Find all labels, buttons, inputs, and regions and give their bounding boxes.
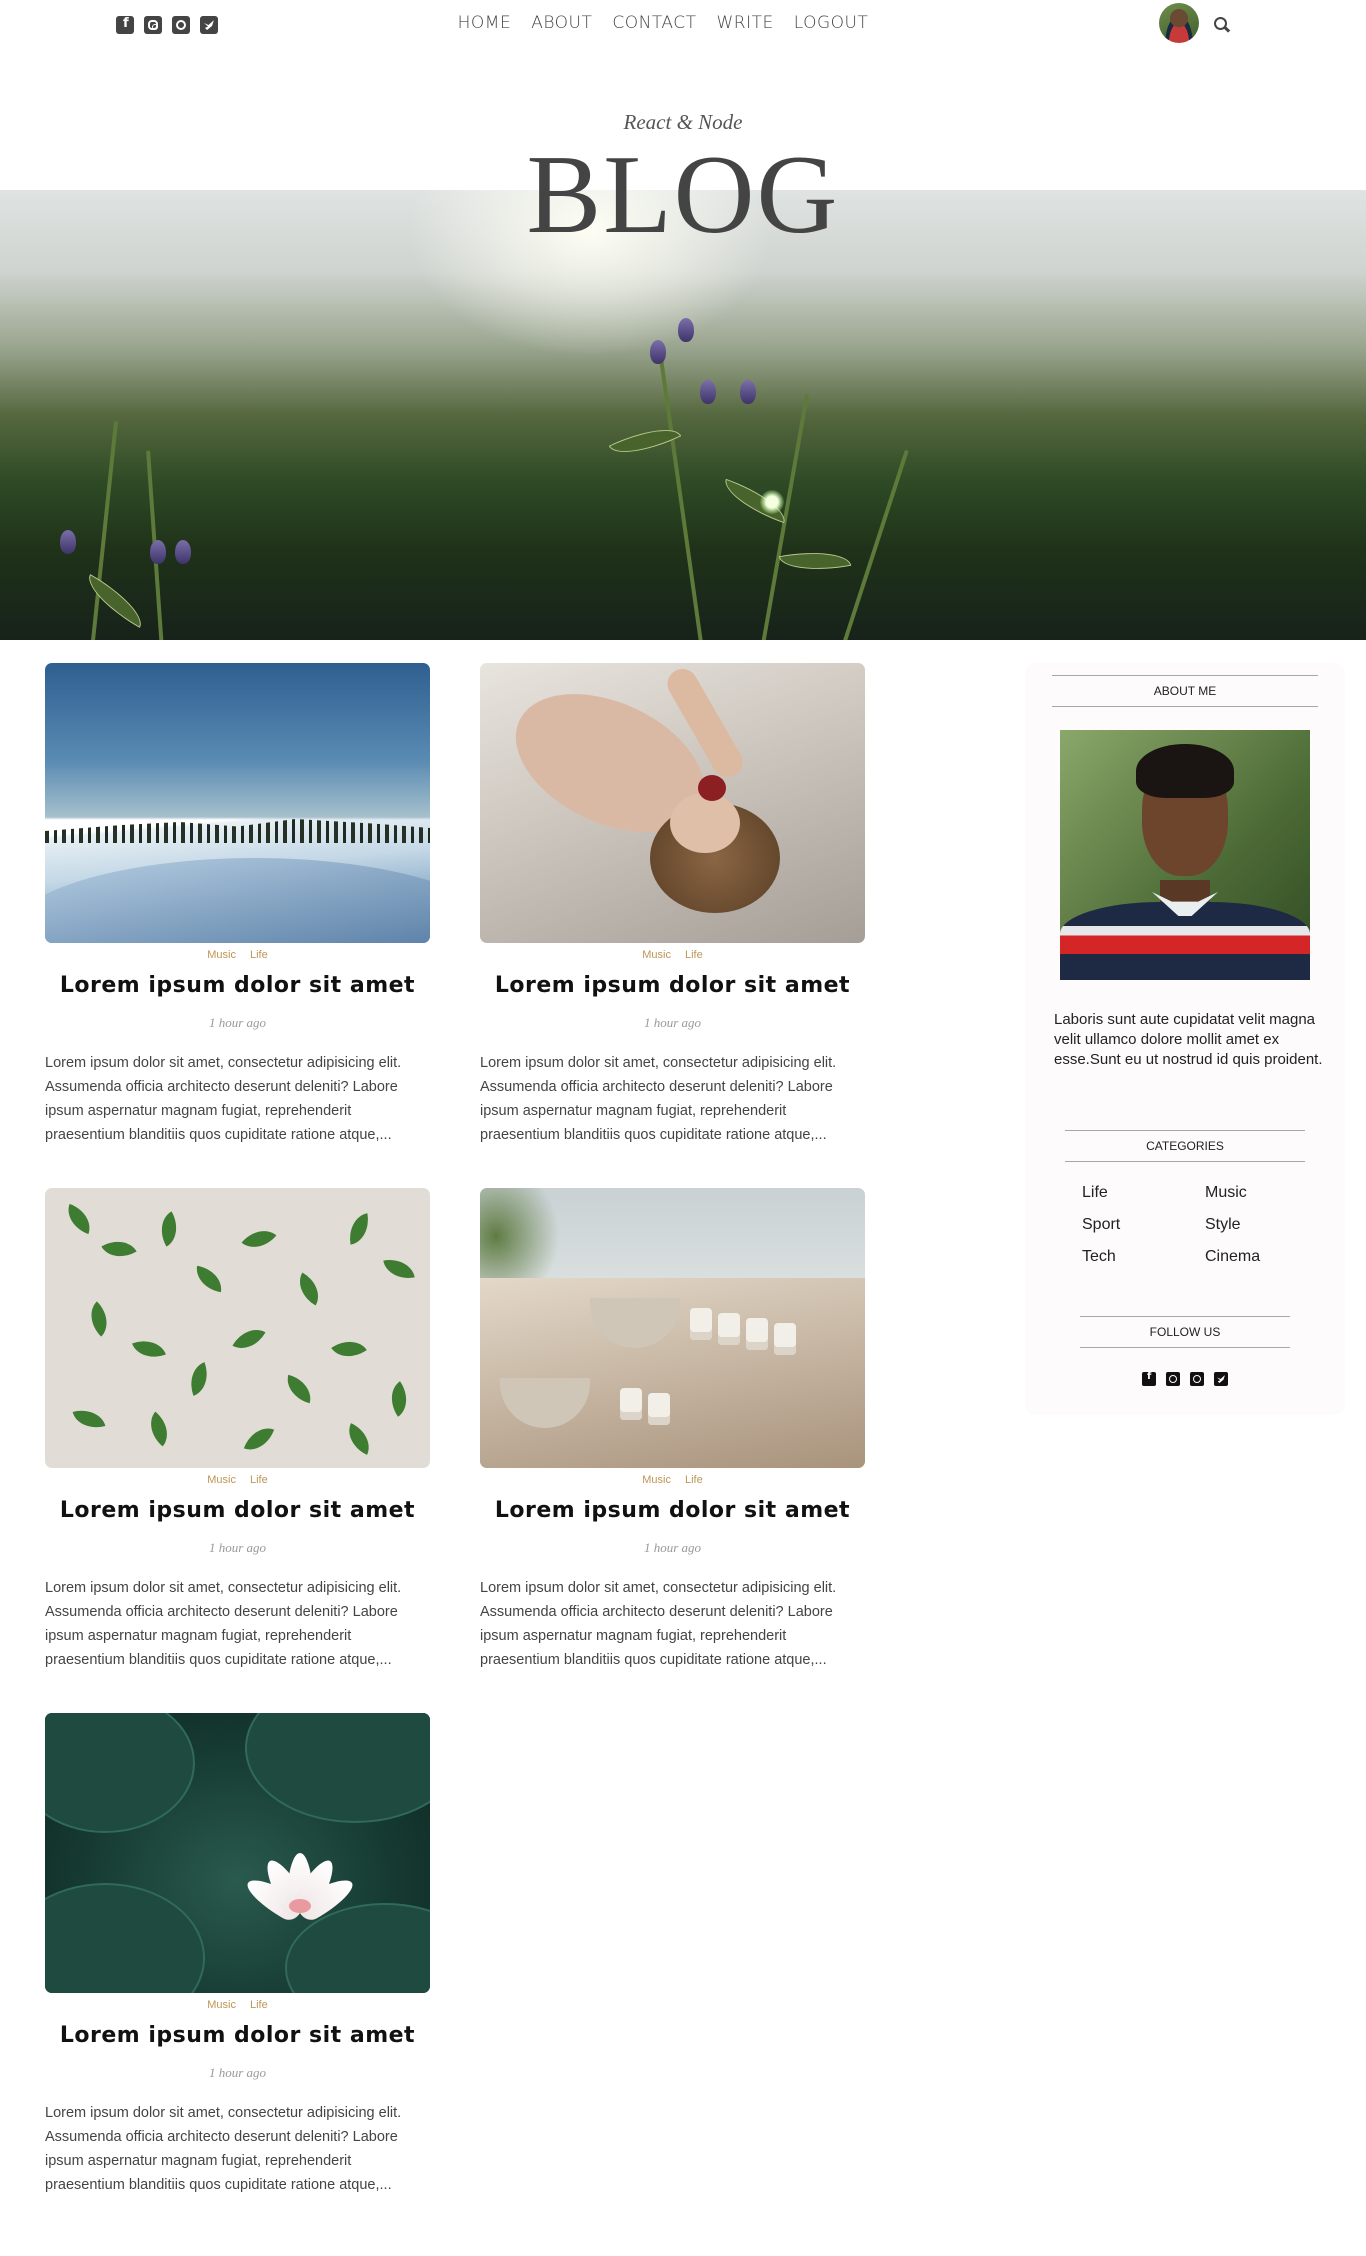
post-image[interactable] bbox=[45, 1188, 430, 1468]
post-category[interactable]: Life bbox=[250, 1474, 268, 1486]
post-excerpt: Lorem ipsum dolor sit amet, consectetur … bbox=[480, 1580, 837, 1668]
post-category[interactable]: Music bbox=[207, 949, 236, 961]
menu-item-write[interactable]: WRITE bbox=[716, 13, 773, 33]
about-me-heading: ABOUT ME bbox=[1052, 675, 1318, 707]
user-avatar[interactable] bbox=[1159, 3, 1199, 43]
post-date: 1 hour ago bbox=[643, 1015, 702, 1030]
post-date: 1 hour ago bbox=[208, 1540, 267, 1555]
search-icon[interactable] bbox=[1214, 17, 1230, 33]
post-categories: Music Life bbox=[480, 1474, 865, 1486]
category-item-tech[interactable]: Tech bbox=[1082, 1248, 1205, 1266]
sidebar: ABOUT ME Laboris sunt aute cupidatat vel… bbox=[1025, 663, 1345, 1415]
category-item-sport[interactable]: Sport bbox=[1082, 1216, 1205, 1234]
main-menu: HOME ABOUT CONTACT WRITE LOGOUT bbox=[0, 13, 1346, 33]
hero-title: BLOG bbox=[526, 133, 840, 257]
post-categories: Music Life bbox=[45, 1474, 430, 1486]
post-title[interactable]: Lorem ipsum dolor sit amet bbox=[45, 973, 430, 998]
post-category[interactable]: Life bbox=[250, 949, 268, 961]
post-category[interactable]: Life bbox=[685, 949, 703, 961]
post-card[interactable]: Music Life Lorem ipsum dolor sit amet 1 h… bbox=[480, 663, 865, 1147]
post-excerpt: Lorem ipsum dolor sit amet, consectetur … bbox=[480, 1055, 837, 1143]
post-categories: Music Life bbox=[45, 949, 430, 961]
post-title[interactable]: Lorem ipsum dolor sit amet bbox=[480, 1498, 865, 1523]
post-image[interactable] bbox=[480, 1188, 865, 1468]
post-date: 1 hour ago bbox=[643, 1540, 702, 1555]
post-categories: Music Life bbox=[45, 1999, 430, 2011]
top-bar: HOME ABOUT CONTACT WRITE LOGOUT bbox=[0, 0, 1366, 50]
follow-icons bbox=[1025, 1371, 1345, 1386]
category-item-cinema[interactable]: Cinema bbox=[1205, 1248, 1322, 1266]
menu-item-logout[interactable]: LOGOUT bbox=[794, 13, 869, 33]
about-me-text: Laboris sunt aute cupidatat velit magna … bbox=[1054, 1011, 1323, 1068]
post-image[interactable] bbox=[480, 663, 865, 943]
menu-item-contact[interactable]: CONTACT bbox=[612, 13, 696, 33]
post-card[interactable]: Music Life Lorem ipsum dolor sit amet 1 h… bbox=[45, 663, 430, 1147]
post-category[interactable]: Life bbox=[250, 1999, 268, 2011]
post-excerpt: Lorem ipsum dolor sit amet, consectetur … bbox=[45, 2105, 402, 2193]
post-title[interactable]: Lorem ipsum dolor sit amet bbox=[45, 2023, 430, 2048]
hero-titles: React & Node BLOG bbox=[0, 110, 1366, 251]
post-category[interactable]: Music bbox=[207, 1999, 236, 2011]
about-me-photo bbox=[1060, 730, 1310, 980]
hero-subtitle: React & Node bbox=[623, 110, 743, 134]
category-item-style[interactable]: Style bbox=[1205, 1216, 1322, 1234]
post-excerpt: Lorem ipsum dolor sit amet, consectetur … bbox=[45, 1580, 402, 1668]
category-item-life[interactable]: Life bbox=[1082, 1184, 1205, 1202]
categories-heading: CATEGORIES bbox=[1065, 1130, 1305, 1162]
post-date: 1 hour ago bbox=[208, 2065, 267, 2080]
post-title[interactable]: Lorem ipsum dolor sit amet bbox=[45, 1498, 430, 1523]
post-card[interactable]: Music Life Lorem ipsum dolor sit amet 1 h… bbox=[45, 1188, 430, 1672]
hero-image bbox=[0, 190, 1366, 640]
category-item-music[interactable]: Music bbox=[1205, 1184, 1322, 1202]
post-category[interactable]: Music bbox=[642, 1474, 671, 1486]
post-category[interactable]: Music bbox=[642, 949, 671, 961]
post-date: 1 hour ago bbox=[208, 1015, 267, 1030]
menu-item-home[interactable]: HOME bbox=[458, 13, 512, 33]
post-category[interactable]: Music bbox=[207, 1474, 236, 1486]
post-title[interactable]: Lorem ipsum dolor sit amet bbox=[480, 973, 865, 998]
post-excerpt: Lorem ipsum dolor sit amet, consectetur … bbox=[45, 1055, 402, 1143]
post-image[interactable] bbox=[45, 1713, 430, 1993]
pinterest-square-icon[interactable] bbox=[1190, 1372, 1204, 1386]
post-card[interactable]: Music Life Lorem ipsum dolor sit amet 1 h… bbox=[45, 1713, 430, 2197]
instagram-square-icon[interactable] bbox=[1166, 1372, 1180, 1386]
twitter-square-icon[interactable] bbox=[1214, 1372, 1228, 1386]
facebook-square-icon[interactable] bbox=[1142, 1371, 1156, 1386]
post-image[interactable] bbox=[45, 663, 430, 943]
post-category[interactable]: Life bbox=[685, 1474, 703, 1486]
category-list: Life Music Sport Style Tech Cinema bbox=[1082, 1184, 1322, 1266]
menu-item-about[interactable]: ABOUT bbox=[531, 13, 592, 33]
post-card[interactable]: Music Life Lorem ipsum dolor sit amet 1 h… bbox=[480, 1188, 865, 1672]
follow-us-heading: FOLLOW US bbox=[1080, 1316, 1290, 1348]
post-categories: Music Life bbox=[480, 949, 865, 961]
